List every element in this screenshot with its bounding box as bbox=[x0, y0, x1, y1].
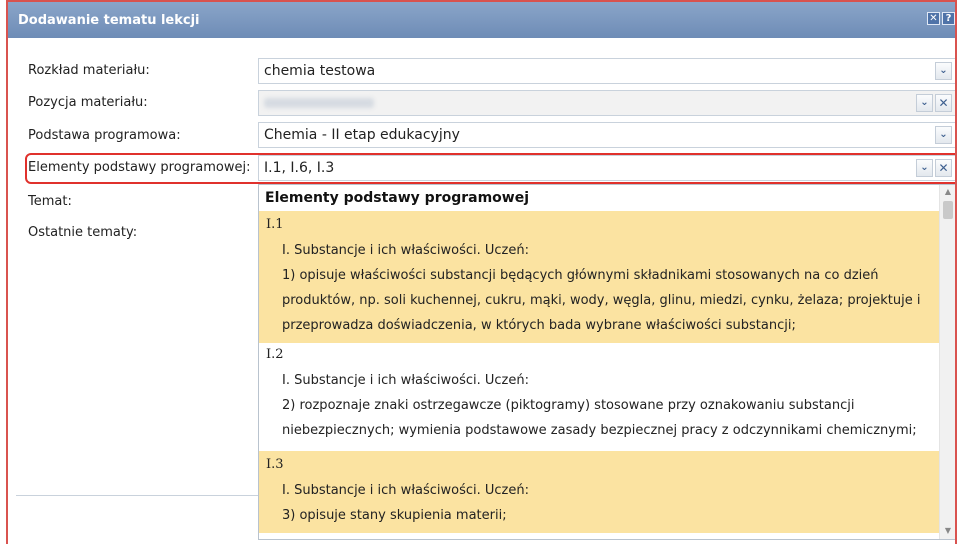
item-line: I. Substancje i ich właściwości. Uczeń: bbox=[282, 373, 529, 388]
help-icon[interactable]: ? bbox=[942, 12, 955, 25]
dropdown-header: Elementy podstawy programowej bbox=[265, 190, 530, 206]
ostatnie-label: Ostatnie tematy: bbox=[28, 225, 138, 240]
lesson-topic-dialog: Dodawanie tematu lekcji ✕ ? Rozkład mate… bbox=[6, 0, 957, 544]
podstawa-label: Podstawa programowa: bbox=[28, 128, 181, 143]
item-code: I.3 bbox=[266, 457, 284, 472]
pozycja-label: Pozycja materiału: bbox=[28, 95, 148, 110]
pozycja-select[interactable]: ⌄ ✕ bbox=[258, 90, 955, 116]
rozklad-label: Rozkład materiału: bbox=[28, 63, 150, 78]
scroll-up-icon[interactable]: ▲ bbox=[943, 187, 953, 196]
list-item-i2[interactable]: I.2 I. Substancje i ich właściwości. Ucz… bbox=[259, 343, 939, 451]
chevron-down-icon[interactable]: ⌄ bbox=[916, 159, 933, 177]
item-line: 1) opisuje właściwości substancji będący… bbox=[282, 268, 879, 283]
elementy-value: I.1, I.6, I.3 bbox=[264, 160, 335, 176]
item-line: 3) opisuje stany skupienia materii; bbox=[282, 508, 507, 523]
item-line: I. Substancje i ich właściwości. Uczeń: bbox=[282, 483, 529, 498]
chevron-down-icon[interactable]: ⌄ bbox=[916, 94, 933, 112]
scroll-down-icon[interactable]: ▼ bbox=[943, 526, 953, 535]
elementy-select[interactable]: I.1, I.6, I.3 ⌄ ✕ bbox=[258, 155, 955, 181]
item-line: niebezpiecznych; wymienia podstawowe zas… bbox=[282, 423, 917, 438]
list-item-i3[interactable]: I.3 I. Substancje i ich właściwości. Ucz… bbox=[259, 451, 939, 533]
pozycja-blurred-value bbox=[264, 98, 374, 108]
chevron-down-icon[interactable]: ⌄ bbox=[935, 62, 952, 80]
dropdown-scrollbar[interactable]: ▲ ▼ bbox=[939, 185, 955, 539]
item-line: 2) rozpoznaje znaki ostrzegawcze (piktog… bbox=[282, 398, 855, 413]
rozklad-select[interactable]: chemia testowa ⌄ bbox=[258, 58, 955, 84]
temat-label: Temat: bbox=[28, 194, 72, 209]
dialog-title: Dodawanie tematu lekcji bbox=[18, 12, 200, 28]
item-code: I.1 bbox=[266, 217, 284, 232]
close-icon[interactable]: ✕ bbox=[927, 12, 940, 25]
elementy-label: Elementy podstawy programowej: bbox=[28, 160, 251, 175]
item-line: przeprowadza doświadczenia, w których ba… bbox=[282, 318, 796, 333]
item-line: I. Substancje i ich właściwości. Uczeń: bbox=[282, 243, 529, 258]
title-buttons: ✕ ? bbox=[927, 12, 955, 25]
list-item-i1[interactable]: I.1 I. Substancje i ich właściwości. Ucz… bbox=[259, 211, 939, 343]
chevron-down-icon[interactable]: ⌄ bbox=[935, 126, 952, 144]
elementy-dropdown-list[interactable]: Elementy podstawy programowej I.1 I. Sub… bbox=[258, 184, 955, 540]
item-line: produktów, np. soli kuchennej, cukru, mą… bbox=[282, 293, 921, 308]
scrollbar-thumb[interactable] bbox=[943, 201, 953, 219]
podstawa-value: Chemia - II etap edukacyjny bbox=[264, 127, 460, 143]
item-code: I.2 bbox=[266, 347, 284, 362]
rozklad-value: chemia testowa bbox=[264, 63, 376, 79]
podstawa-select[interactable]: Chemia - II etap edukacyjny ⌄ bbox=[258, 122, 955, 148]
close-icon[interactable]: ✕ bbox=[935, 159, 952, 177]
dialog-titlebar: Dodawanie tematu lekcji ✕ ? bbox=[8, 2, 955, 38]
close-icon[interactable]: ✕ bbox=[935, 94, 952, 112]
